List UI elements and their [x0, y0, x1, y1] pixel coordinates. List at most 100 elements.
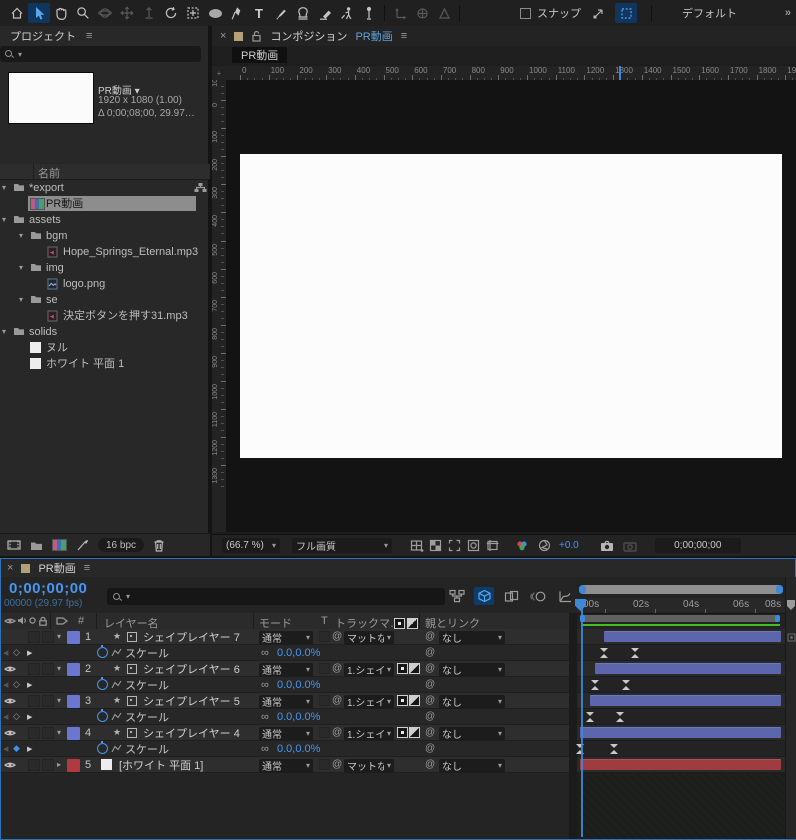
project-item-folder[interactable]: ▾solids — [0, 324, 210, 340]
matte-pickwhip-icon[interactable]: @ — [332, 725, 342, 740]
property-label[interactable]: スケール — [125, 677, 169, 692]
project-item-folder[interactable]: ▾img — [0, 260, 210, 276]
mini-flowchart-icon[interactable] — [447, 587, 467, 605]
matte-pickwhip-icon[interactable]: @ — [332, 629, 342, 644]
snap-bounds-icon[interactable] — [615, 3, 637, 23]
graph-toggle-icon[interactable] — [111, 677, 122, 692]
layer-name[interactable]: [ホワイト 平面 1] — [119, 757, 203, 772]
kf-prev-icon[interactable]: ◀ — [3, 677, 8, 692]
switch-well[interactable] — [28, 727, 40, 739]
zoom-tool[interactable] — [72, 3, 94, 23]
track-matte-select[interactable]: マットな▾ — [344, 759, 394, 773]
matte-pickwhip-icon[interactable]: @ — [332, 661, 342, 676]
roto-brush-tool[interactable] — [336, 3, 358, 23]
track-matte-select[interactable]: 1.シェイ▾ — [344, 727, 394, 741]
property-row-scale[interactable]: ◀◆▶スケール∞0.0,0.0%@ — [1, 741, 577, 757]
kf-prev-icon[interactable]: ◀ — [3, 645, 8, 660]
project-item-asset[interactable]: ホワイト 平面 1 — [0, 356, 210, 372]
motion-blur-icon[interactable] — [528, 587, 548, 605]
keyframe-icon[interactable] — [600, 648, 608, 658]
roi-icon[interactable] — [446, 538, 463, 554]
keyframe-icon[interactable] — [622, 680, 630, 690]
constrain-proportions-icon[interactable]: ∞ — [261, 741, 269, 756]
switch-well[interactable] — [42, 759, 54, 771]
collapse-transform-icon[interactable] — [127, 664, 137, 674]
parent-pickwhip-icon[interactable]: @ — [425, 661, 435, 676]
parent-pickwhip-icon[interactable]: @ — [425, 693, 435, 708]
property-row-scale[interactable]: ◀◇▶スケール∞0.0,0.0%@ — [1, 645, 577, 661]
kf-next-icon[interactable]: ▶ — [27, 645, 32, 660]
comp-button-icon[interactable] — [787, 633, 796, 642]
eye-icon[interactable] — [4, 725, 16, 740]
pan-camera-tool[interactable] — [116, 3, 138, 23]
timeline-search-input[interactable] — [135, 590, 399, 603]
layer-name[interactable]: シェイプレイヤー 4 — [143, 725, 240, 740]
timeline-columns-header[interactable]: #レイヤー名モードTトラックマ…親とリンク — [1, 613, 577, 630]
exposure-icon[interactable] — [536, 538, 553, 554]
search-options-caret-icon[interactable]: ▾ — [123, 592, 130, 601]
switch-well[interactable] — [28, 695, 40, 707]
project-item-asset[interactable]: logo.png — [0, 276, 210, 292]
time-ruler[interactable]: 00s02s04s06s08s — [577, 598, 785, 614]
stopwatch-icon[interactable] — [97, 743, 108, 754]
switch-well[interactable] — [42, 695, 54, 707]
trash-icon[interactable] — [153, 539, 165, 552]
expression-pickwhip-icon[interactable]: @ — [425, 645, 435, 660]
layer-duration-bar[interactable] — [604, 631, 782, 642]
track-matte-select[interactable]: 1.シェイ▾ — [344, 663, 394, 677]
axis-view-tool[interactable] — [433, 3, 455, 23]
timeline-tab[interactable]: PR動画 — [38, 560, 75, 576]
switch-well[interactable] — [28, 663, 40, 675]
eye-toggle-empty[interactable] — [4, 629, 16, 644]
mask-vis-icon[interactable] — [465, 538, 482, 554]
timeline-search[interactable]: ▾ — [107, 588, 445, 605]
project-item-asset[interactable]: 決定ボタンを押す31.mp3 — [0, 308, 210, 324]
collapse-transform-icon[interactable] — [127, 728, 137, 738]
pen-tool[interactable] — [226, 3, 248, 23]
resolution-select[interactable]: フル画質▾ — [292, 538, 392, 553]
playhead-line[interactable] — [581, 599, 583, 837]
keyframe-icon[interactable] — [586, 712, 594, 722]
project-tab[interactable]: プロジェクト — [10, 28, 76, 44]
track-matte-select[interactable]: マットな▾ — [344, 631, 394, 645]
project-item-folder[interactable]: ▾bgm — [0, 228, 210, 244]
expand-chevron-icon[interactable]: ▾ — [57, 629, 61, 644]
property-label[interactable]: スケール — [125, 709, 169, 724]
kf-current-icon[interactable]: ◇ — [13, 677, 20, 692]
kf-next-icon[interactable]: ▶ — [27, 709, 32, 724]
property-row-scale[interactable]: ◀◇▶スケール∞0.0,0.0%@ — [1, 709, 577, 725]
property-value[interactable]: 0.0,0.0% — [277, 677, 320, 692]
keyframe-icon[interactable] — [616, 712, 624, 722]
collapse-transform-icon[interactable] — [127, 632, 137, 642]
matte-alpha-toggle[interactable] — [397, 663, 408, 674]
orbit-camera-tool[interactable] — [94, 3, 116, 23]
parent-select[interactable]: なし▾ — [439, 663, 505, 677]
keyframe-icon[interactable] — [631, 648, 639, 658]
blend-mode-select[interactable]: 通常▾ — [259, 695, 313, 709]
exposure-value[interactable]: +0.0 — [559, 540, 579, 551]
layer-row[interactable]: ▸5[ホワイト 平面 1]通常▾@マットな▾@なし▾ — [1, 757, 577, 773]
eye-icon[interactable] — [4, 693, 16, 708]
blend-mode-select[interactable]: 通常▾ — [259, 663, 313, 677]
expand-chevron-icon[interactable]: ▾ — [57, 693, 61, 708]
matte-pickwhip-icon[interactable]: @ — [332, 757, 342, 772]
collapse-transform-icon[interactable] — [127, 696, 137, 706]
switch-well[interactable] — [42, 631, 54, 643]
constrain-proportions-icon[interactable]: ∞ — [261, 709, 269, 724]
keyframe-icon[interactable] — [591, 680, 599, 690]
eraser-tool[interactable] — [314, 3, 336, 23]
parent-pickwhip-icon[interactable]: @ — [425, 629, 435, 644]
panel-title[interactable]: コンポジション — [270, 28, 347, 44]
kf-next-icon[interactable]: ▶ — [27, 741, 32, 756]
parent-pickwhip-icon[interactable]: @ — [425, 757, 435, 772]
property-label[interactable]: スケール — [125, 741, 169, 756]
adjust-icon[interactable] — [76, 539, 89, 551]
parent-select[interactable]: なし▾ — [439, 695, 505, 709]
layer-row[interactable]: ▾3★シェイプレイヤー 5通常▾@1.シェイ▾@なし▾ — [1, 693, 577, 709]
rotate-tool[interactable] — [160, 3, 182, 23]
graph-toggle-icon[interactable] — [111, 645, 122, 660]
comp-marker-bin-icon[interactable] — [786, 599, 796, 611]
clone-stamp-tool[interactable] — [292, 3, 314, 23]
time-navigator-bar[interactable] — [579, 585, 783, 594]
panel-close-icon[interactable]: × — [220, 30, 226, 42]
